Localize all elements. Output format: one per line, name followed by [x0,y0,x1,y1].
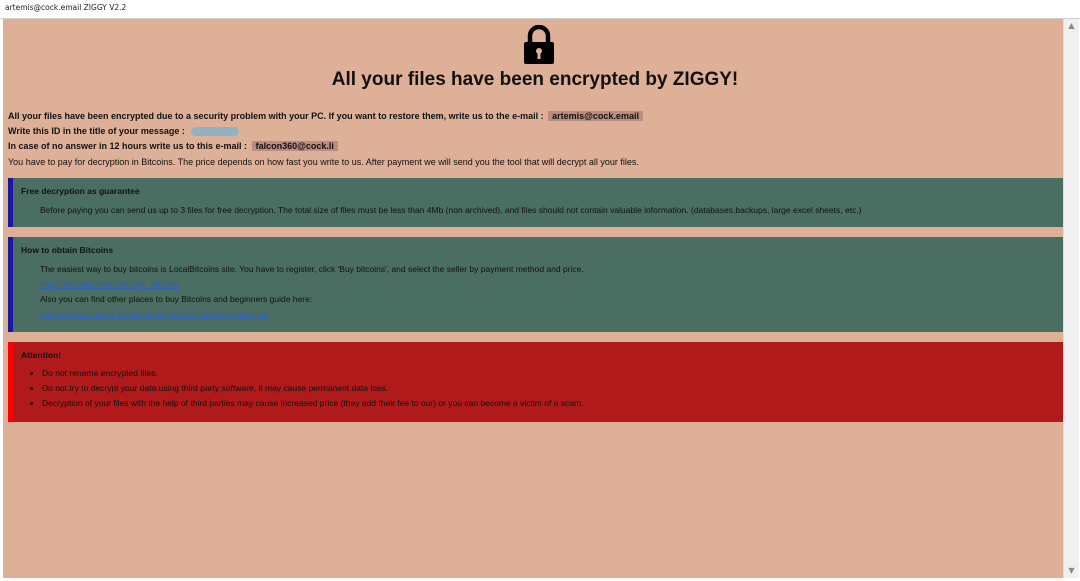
scroll-up-arrow-icon[interactable]: ▲ [1064,19,1079,33]
padlock-icon [524,25,554,64]
obtain-bitcoins-text-1: The easiest way to buy bitcoins is Local… [40,264,584,274]
free-decryption-panel: Free decryption as guarantee Before payi… [8,178,1063,227]
title-bar[interactable]: artemis@cock.email ZIGGY V2.2 [0,0,1080,19]
localbitcoins-link[interactable]: https://localbitcoins.com/buy_bitcoins [40,279,180,289]
ransom-note-content: All your files have been encrypted by ZI… [3,19,1063,578]
intro-line-email: All your files have been encrypted due t… [8,111,643,121]
list-item: Do not try to decrypt your data using th… [42,384,583,393]
intro-line2-text: Write this ID in the title of your messa… [8,126,185,136]
free-decryption-title: Free decryption as guarantee [21,186,140,196]
attention-title: Attention! [21,350,62,360]
page-title: All your files have been encrypted by ZI… [331,69,739,90]
obtain-bitcoins-panel: How to obtain Bitcoins The easiest way t… [8,237,1063,332]
contact-email-backup[interactable]: falcon360@cock.li [251,141,338,151]
contact-email-primary[interactable]: artemis@cock.email [548,111,643,121]
intro-line-id: Write this ID in the title of your messa… [8,126,240,137]
obtain-bitcoins-title: How to obtain Bitcoins [21,245,114,255]
obtain-bitcoins-text-2: Also you can find other places to buy Bi… [40,294,313,304]
redacted-id [191,127,240,137]
window-title: artemis@cock.email ZIGGY V2.2 [5,3,127,12]
app-window: artemis@cock.email ZIGGY V2.2 All your f… [0,0,1080,581]
intro-line1-text: All your files have been encrypted due t… [8,111,544,121]
list-item: Do not rename encrypted files. [42,369,583,378]
intro-line-backup-email: In case of no answer in 12 hours write u… [8,141,338,151]
scroll-down-arrow-icon[interactable]: ▼ [1064,564,1079,578]
attention-panel: Attention! Do not rename encrypted files… [8,342,1063,422]
list-item: Decryption of your files with the help o… [42,399,583,408]
attention-list: Do not rename encrypted files. Do not tr… [27,369,583,414]
intro-line3-text: In case of no answer in 12 hours write u… [8,141,248,151]
coindesk-link[interactable]: http://www.coindesk.com/information/how-… [40,309,268,319]
intro-line-payment: You have to pay for decryption in Bitcoi… [8,157,639,167]
vertical-scrollbar[interactable]: ▲ ▼ [1063,19,1079,578]
free-decryption-text: Before paying you can send us up to 3 fi… [40,205,862,215]
